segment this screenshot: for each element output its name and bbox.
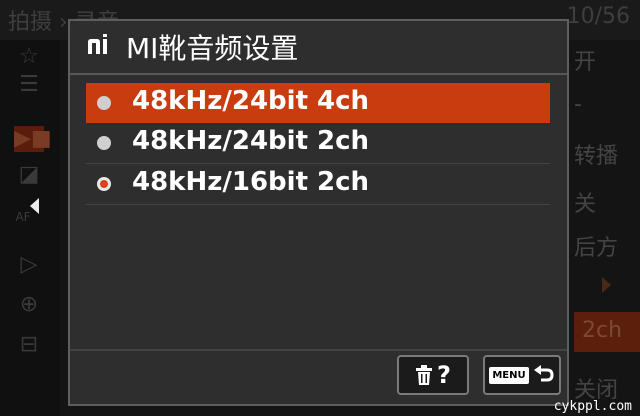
background-value: 关 — [574, 192, 597, 217]
back-arrow-icon — [533, 365, 554, 382]
option-label: 48kHz/16bit 2ch — [132, 167, 370, 197]
divider — [70, 349, 567, 351]
delete-help-button[interactable]: ? — [397, 355, 469, 395]
dialog-title: MI靴音频设置 — [126, 32, 299, 65]
background-page-indicator: 10/56 — [566, 4, 630, 29]
background-sidebar: ☆ ☰ ▶■ ◪ AF ▷ ⊕ ⊟ — [0, 40, 60, 416]
divider — [70, 73, 567, 75]
audio-format-list: 48kHz/24bit 4ch 48kHz/24bit 2ch 48kHz/16… — [86, 83, 550, 205]
menu-back-button[interactable]: MENU — [483, 355, 561, 395]
watermark: cykppl.com — [553, 399, 632, 414]
background-value: 后方 — [574, 236, 619, 261]
network-icon: ⊕ — [19, 292, 39, 317]
audio-settings-dialog: MI靴音频设置 48kHz/24bit 4ch 48kHz/24bit 2ch … — [68, 19, 569, 406]
option-label: 48kHz/24bit 4ch — [132, 86, 370, 116]
toolbox-icon: ⊟ — [19, 332, 39, 357]
option-48khz-16bit-2ch[interactable]: 48kHz/16bit 2ch — [86, 164, 550, 205]
dialog-header: MI靴音频设置 — [70, 21, 567, 71]
background-value: - — [574, 92, 582, 117]
help-question-mark: ? — [437, 361, 451, 389]
option-label: 48kHz/24bit 2ch — [132, 126, 370, 156]
right-arrow-icon — [602, 277, 611, 293]
option-48khz-24bit-4ch[interactable]: 48kHz/24bit 4ch — [86, 83, 550, 123]
menu-list-icon: ☰ — [19, 72, 39, 97]
radio-selected-icon — [97, 177, 111, 191]
background-value: 2ch — [582, 318, 623, 343]
radio-icon — [97, 136, 111, 150]
background-value: 转播 — [574, 144, 619, 169]
left-arrow-icon — [30, 198, 39, 214]
option-48khz-24bit-2ch[interactable]: 48kHz/24bit 2ch — [86, 123, 550, 164]
exposure-icon: ◪ — [18, 162, 40, 187]
trash-icon — [416, 365, 433, 385]
star-icon: ☆ — [19, 44, 39, 69]
radio-icon — [97, 96, 111, 110]
background-value: 开 — [574, 50, 597, 75]
mi-shoe-icon — [88, 34, 107, 54]
menu-key-label: MENU — [489, 366, 529, 384]
playback-icon: ▷ — [20, 252, 38, 277]
movie-icon: ▶■ — [14, 126, 52, 152]
